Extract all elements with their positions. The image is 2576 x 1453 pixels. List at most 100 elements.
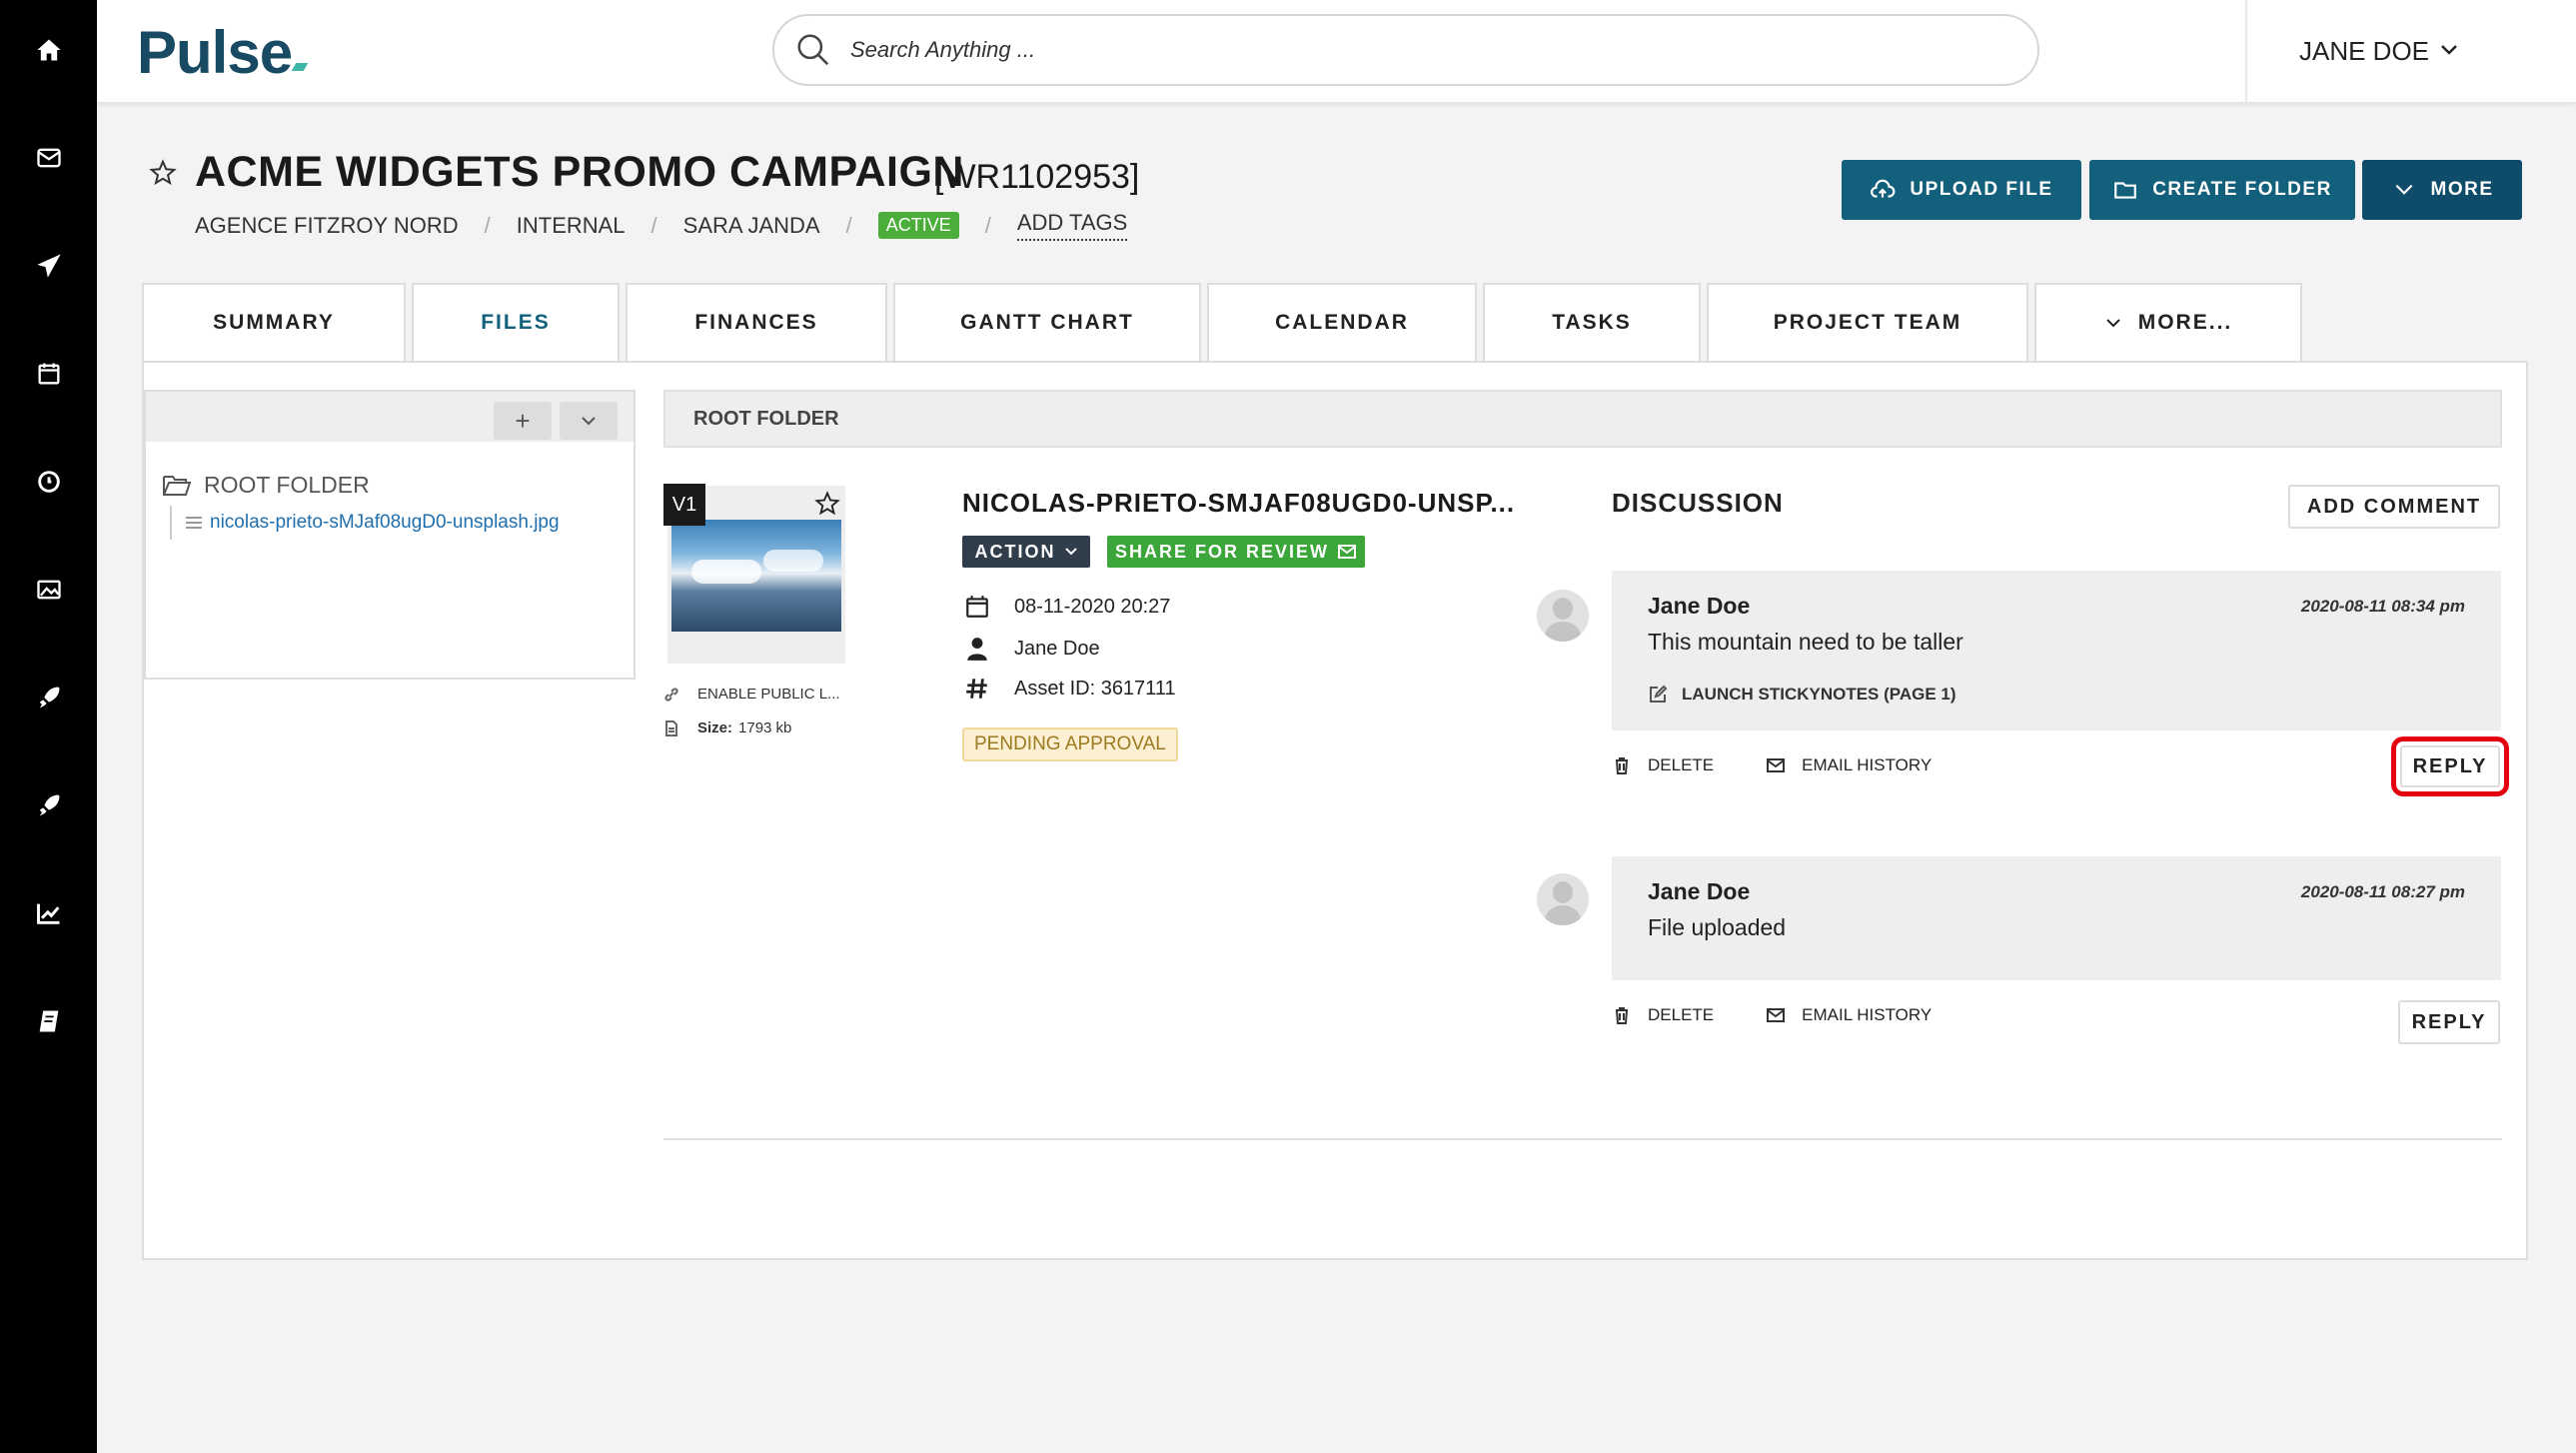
envelope-icon — [1338, 545, 1356, 559]
delete-comment-button[interactable]: DELETE — [1612, 755, 1714, 775]
breadcrumb-client[interactable]: AGENCE FITZROY NORD — [195, 213, 459, 239]
tab-label: FILES — [481, 311, 551, 334]
approval-status-badge: PENDING APPROVAL — [962, 727, 1178, 761]
home-icon[interactable] — [0, 20, 97, 80]
chart-icon[interactable] — [0, 883, 97, 943]
file-date-row: 08-11-2020 20:27 — [962, 594, 1170, 620]
rocket-icon[interactable] — [0, 775, 97, 835]
tab-finances[interactable]: FINANCES — [626, 283, 887, 361]
top-bar: Pulse JANE DOE — [97, 0, 2576, 104]
tree-root-folder[interactable]: ROOT FOLDER — [162, 472, 370, 499]
tree-options-button[interactable] — [560, 402, 618, 440]
breadcrumb-separator: / — [484, 212, 491, 238]
tab-calendar[interactable]: CALENDAR — [1207, 283, 1477, 361]
more-label: MORE — [2430, 179, 2494, 200]
tree-file-item[interactable]: nicolas-prieto-sMJaf08ugD0-unsplash.jpg — [186, 512, 560, 534]
send-icon[interactable] — [0, 236, 97, 296]
tab-more[interactable]: MORE... — [2034, 283, 2302, 361]
file-owner: Jane Doe — [1014, 637, 1100, 660]
comment-text: File uploaded — [1648, 914, 1787, 940]
file-size-value: 1793 kb — [738, 720, 792, 736]
email-history-label: EMAIL HISTORY — [1802, 1005, 1932, 1024]
search-icon — [797, 34, 829, 66]
calendar-icon — [966, 596, 988, 618]
tab-tasks[interactable]: TASKS — [1483, 283, 1701, 361]
hash-icon — [966, 679, 987, 699]
image-icon[interactable] — [0, 560, 97, 620]
tab-gantt-chart[interactable]: GANTT CHART — [893, 283, 1201, 361]
book-icon[interactable] — [0, 991, 97, 1051]
add-folder-button[interactable]: + — [494, 402, 552, 440]
tab-label: FINANCES — [694, 311, 818, 334]
file-size-label: Size: — [697, 720, 733, 736]
tab-summary[interactable]: SUMMARY — [142, 283, 406, 361]
reply-button[interactable]: REPLY — [2391, 736, 2509, 796]
link-icon — [664, 687, 678, 702]
delete-label: DELETE — [1648, 755, 1715, 774]
page-title: ACME WIDGETS PROMO CAMPAIGN — [195, 148, 964, 196]
enable-public-link[interactable]: ENABLE PUBLIC L... — [663, 686, 840, 703]
folder-open-icon — [163, 475, 192, 496]
section-divider — [663, 1138, 2502, 1140]
upload-cloud-icon — [1871, 179, 1896, 198]
launch-stickynotes-link[interactable]: LAUNCH STICKYNOTES (PAGE 1) — [1648, 685, 1956, 705]
tab-project-team[interactable]: PROJECT TEAM — [1707, 283, 2028, 361]
user-menu[interactable]: JANE DOE — [2299, 36, 2459, 67]
file-lines-icon — [186, 517, 202, 529]
breadcrumb-type[interactable]: INTERNAL — [517, 213, 626, 239]
comment-text: This mountain need to be taller — [1648, 629, 1963, 655]
status-badge: ACTIVE — [877, 212, 959, 239]
project-code: [WR1102953] — [934, 158, 1140, 196]
tree-connector — [170, 506, 172, 540]
tree-root-label: ROOT FOLDER — [204, 472, 370, 498]
user-name: JANE DOE — [2299, 36, 2430, 66]
favorite-star-icon[interactable] — [813, 490, 841, 518]
user-icon — [967, 638, 987, 661]
enable-public-link-label: ENABLE PUBLIC L... — [697, 686, 840, 703]
favorite-star-icon[interactable] — [148, 158, 178, 188]
tab-label: SUMMARY — [213, 311, 335, 334]
asset-id: Asset ID: 3617111 — [1014, 677, 1176, 700]
action-dropdown-button[interactable]: ACTION — [962, 536, 1090, 568]
email-history-button[interactable]: EMAIL HISTORY — [1766, 755, 1932, 775]
add-comment-button[interactable]: ADD COMMENT — [2288, 485, 2500, 529]
create-folder-button[interactable]: CREATE FOLDER — [2089, 160, 2355, 220]
breadcrumb-separator: / — [845, 212, 852, 238]
comment-timestamp: 2020-08-11 08:27 pm — [2300, 882, 2465, 901]
comment-card: Jane Doe 2020-08-11 08:27 pm File upload… — [1612, 856, 2501, 980]
mail-icon[interactable] — [0, 128, 97, 188]
search-input[interactable] — [850, 37, 1949, 63]
comment-card: Jane Doe 2020-08-11 08:34 pm This mounta… — [1612, 571, 2501, 730]
version-badge: V1 — [663, 484, 705, 526]
file-title[interactable]: NICOLAS-PRIETO-SMJAF08UGD0-UNSP... — [962, 488, 1515, 519]
email-history-button[interactable]: EMAIL HISTORY — [1766, 1005, 1932, 1025]
share-label: SHARE FOR REVIEW — [1114, 541, 1329, 562]
share-for-review-button[interactable]: SHARE FOR REVIEW — [1107, 536, 1365, 568]
upload-file-label: UPLOAD FILE — [1910, 179, 2053, 200]
clock-icon[interactable] — [0, 452, 97, 512]
discussion-title: DISCUSSION — [1612, 488, 1784, 518]
more-actions-button[interactable]: MORE — [2362, 160, 2522, 220]
chevron-down-icon — [2439, 40, 2459, 63]
launch-stickynotes-label: LAUNCH STICKYNOTES (PAGE 1) — [1682, 685, 1956, 704]
tree-file-label: nicolas-prieto-sMJaf08ugD0-unsplash.jpg — [210, 512, 560, 533]
file-owner-row: Jane Doe — [962, 636, 1100, 662]
document-icon — [665, 720, 677, 736]
delete-comment-button[interactable]: DELETE — [1612, 1005, 1714, 1025]
calendar-icon[interactable] — [0, 344, 97, 404]
tab-files[interactable]: FILES — [412, 283, 620, 361]
add-tags-link[interactable]: ADD TAGS — [1016, 210, 1128, 241]
pulse-logo[interactable]: Pulse — [137, 18, 309, 87]
edit-icon — [1650, 685, 1668, 703]
reply-button[interactable]: REPLY — [2398, 1000, 2500, 1044]
action-label: ACTION — [974, 541, 1056, 562]
search-bar[interactable] — [772, 14, 2039, 86]
upload-file-button[interactable]: UPLOAD FILE — [1842, 160, 2081, 220]
file-size: Size: 1793 kb — [663, 720, 791, 736]
envelope-icon — [1767, 758, 1786, 772]
topbar-divider — [2245, 0, 2247, 104]
tab-label: GANTT CHART — [960, 311, 1134, 334]
rocket-icon[interactable] — [0, 668, 97, 727]
breadcrumb-owner[interactable]: SARA JANDA — [683, 213, 820, 239]
chevron-down-icon — [2106, 319, 2120, 328]
